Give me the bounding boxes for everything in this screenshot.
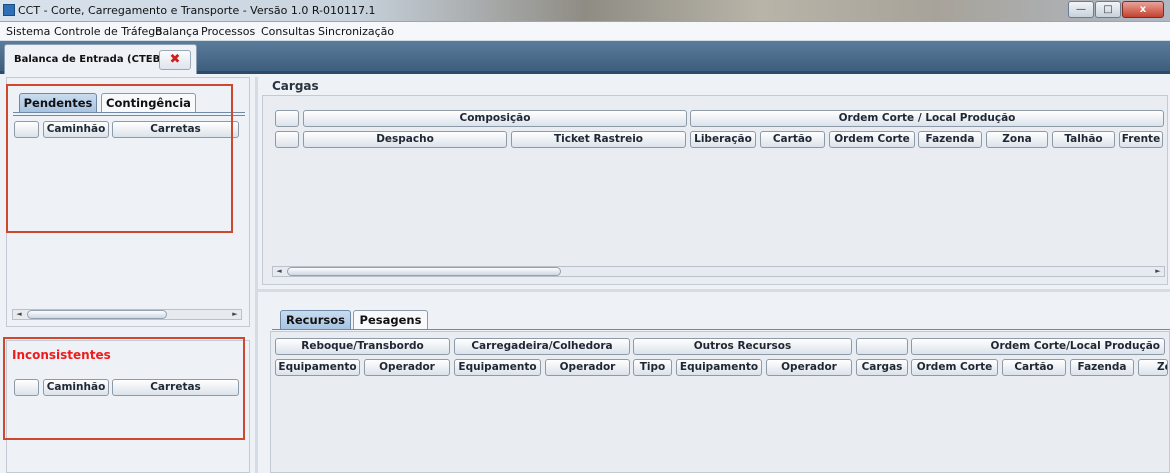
- menu-balanca[interactable]: Balança: [155, 25, 199, 38]
- column-header-zona[interactable]: Zo: [1138, 359, 1168, 376]
- scroll-thumb[interactable]: [287, 267, 561, 276]
- column-header-operador[interactable]: Operador: [766, 359, 852, 376]
- close-window-button[interactable]: x: [1122, 1, 1164, 18]
- highlight-box-inconsistentes: [3, 337, 245, 440]
- column-header-cartao[interactable]: Cartão: [1002, 359, 1066, 376]
- pendentes-horizontal-scrollbar[interactable]: ◄ ►: [12, 309, 242, 320]
- cargas-label: Cargas: [272, 79, 319, 93]
- menu-consultas[interactable]: Consultas: [261, 25, 315, 38]
- tab-pesagens[interactable]: Pesagens: [353, 310, 428, 329]
- column-header-operador[interactable]: Operador: [545, 359, 630, 376]
- column-header-operador[interactable]: Operador: [364, 359, 450, 376]
- tab-divider: [272, 329, 1170, 330]
- scroll-thumb[interactable]: [27, 310, 167, 319]
- cargas-horizontal-scrollbar[interactable]: ◄ ►: [272, 266, 1165, 277]
- menu-controle-trafego[interactable]: Controle de Tráfego: [54, 25, 162, 38]
- app-icon: [3, 4, 15, 16]
- tab-recursos[interactable]: Recursos: [280, 310, 351, 329]
- cargas-group-ordem-corte[interactable]: Ordem Corte / Local Produção: [690, 110, 1164, 127]
- tab-label: Balanca de Entrada (CTEBE): [14, 54, 172, 65]
- column-header-select[interactable]: [275, 131, 299, 148]
- maximize-button[interactable]: □: [1095, 1, 1121, 18]
- cargas-group-composicao[interactable]: Composição: [303, 110, 687, 127]
- menu-bar: Sistema Controle de Tráfego Balança Proc…: [0, 22, 1170, 41]
- column-header-ordem-corte[interactable]: Ordem Corte: [911, 359, 998, 376]
- column-header-equipamento[interactable]: Equipamento: [676, 359, 762, 376]
- scroll-right-icon[interactable]: ►: [1152, 267, 1164, 276]
- document-tab-strip: Balanca de Entrada (CTEBE) ✖: [0, 41, 1170, 74]
- content-area: Pendentes Contingência Caminhão Carretas…: [0, 77, 1170, 473]
- column-header-fazenda[interactable]: Fazenda: [1070, 359, 1134, 376]
- group-cargas[interactable]: [856, 338, 908, 355]
- group-reboque-transbordo[interactable]: Reboque/Transbordo: [275, 338, 450, 355]
- minimize-button[interactable]: —: [1068, 1, 1094, 18]
- column-header-equipamento[interactable]: Equipamento: [275, 359, 360, 376]
- menu-processos[interactable]: Processos: [201, 25, 255, 38]
- column-header-despacho[interactable]: Despacho: [303, 131, 507, 148]
- column-header-frente[interactable]: Frente: [1119, 131, 1163, 148]
- column-header-ticket-rastreio[interactable]: Ticket Rastreio: [511, 131, 686, 148]
- column-header-ordem-corte[interactable]: Ordem Corte: [829, 131, 915, 148]
- window-controls: — □ x: [1067, 1, 1164, 18]
- column-header-cartao[interactable]: Cartão: [760, 131, 825, 148]
- column-header-fazenda[interactable]: Fazenda: [918, 131, 982, 148]
- splitter[interactable]: [255, 77, 258, 473]
- tab-balanca-entrada[interactable]: Balanca de Entrada (CTEBE) ✖: [4, 44, 197, 74]
- column-header-cargas[interactable]: Cargas: [856, 359, 908, 376]
- menu-sincronizacao[interactable]: Sincronização: [318, 25, 394, 38]
- group-ordem-corte-local-producao[interactable]: Ordem Corte/Local Produção: [911, 338, 1165, 355]
- title-bar: CCT - Corte, Carregamento e Transporte -…: [0, 0, 1170, 22]
- column-header-zona[interactable]: Zona: [986, 131, 1048, 148]
- group-outros-recursos[interactable]: Outros Recursos: [633, 338, 852, 355]
- menu-sistema[interactable]: Sistema: [6, 25, 50, 38]
- column-header-liberacao[interactable]: Liberação: [690, 131, 756, 148]
- column-header-equipamento[interactable]: Equipamento: [454, 359, 541, 376]
- group-carregadeira-colhedora[interactable]: Carregadeira/Colhedora: [454, 338, 630, 355]
- scroll-left-icon[interactable]: ◄: [13, 310, 25, 319]
- scroll-right-icon[interactable]: ►: [229, 310, 241, 319]
- scroll-left-icon[interactable]: ◄: [273, 267, 285, 276]
- column-header-talhao[interactable]: Talhão: [1052, 131, 1115, 148]
- splitter-horizontal[interactable]: [258, 289, 1170, 292]
- window-title: CCT - Corte, Carregamento e Transporte -…: [18, 4, 376, 17]
- column-header-tipo[interactable]: Tipo: [633, 359, 672, 376]
- highlight-box-pendentes: [6, 84, 233, 233]
- close-icon[interactable]: ✖: [159, 50, 191, 70]
- cargas-group-header[interactable]: [275, 110, 299, 127]
